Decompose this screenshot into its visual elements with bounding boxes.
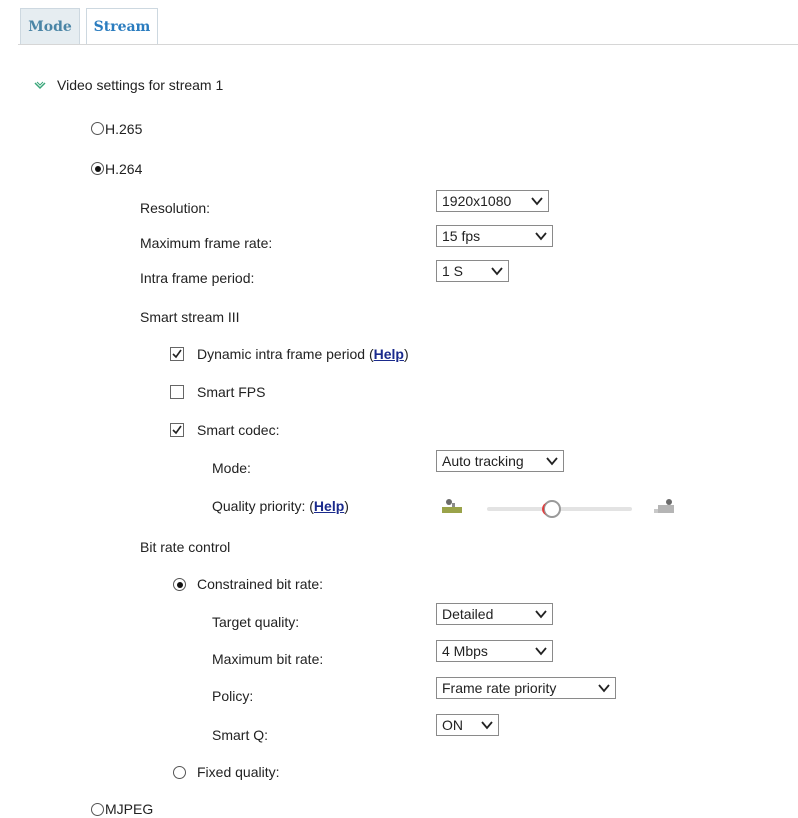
dynamic-intra-help-link[interactable]: Help	[374, 346, 404, 362]
smart-stream-title: Smart stream III	[140, 309, 240, 325]
max-frame-rate-label: Maximum frame rate:	[140, 235, 273, 251]
chevron-down-icon	[598, 684, 610, 693]
mode-select[interactable]: Auto tracking	[436, 450, 564, 472]
tab-bar: Mode Stream	[0, 0, 798, 46]
smart-fps-checkbox[interactable]	[170, 385, 184, 399]
max-frame-rate-select[interactable]: 15 fps	[436, 225, 553, 247]
dynamic-intra-checkbox[interactable]	[170, 347, 184, 361]
intra-frame-period-label: Intra frame period:	[140, 270, 255, 286]
chevron-down-icon	[535, 232, 547, 241]
tab-stream[interactable]: Stream	[86, 8, 158, 45]
constrained-bit-rate-label: Constrained bit rate:	[197, 576, 324, 592]
radio-constrained-bit-rate[interactable]	[173, 578, 186, 591]
bit-rate-control-title: Bit rate control	[140, 539, 231, 555]
fixed-quality-label: Fixed quality:	[197, 764, 280, 780]
smart-codec-label: Smart codec:	[197, 422, 280, 438]
radio-h265[interactable]	[91, 122, 104, 135]
resolution-label: Resolution:	[140, 200, 211, 216]
high-quality-icon	[652, 495, 678, 520]
chevron-down-icon	[481, 721, 493, 730]
tab-divider	[18, 44, 798, 45]
policy-label: Policy:	[212, 688, 254, 704]
chevron-down-icon	[535, 647, 547, 656]
expand-chevron-icon[interactable]	[34, 78, 46, 94]
target-quality-label: Target quality:	[212, 614, 300, 630]
tab-mode[interactable]: Mode	[20, 8, 80, 44]
checkmark-icon	[172, 425, 182, 435]
radio-mjpeg[interactable]	[91, 803, 104, 816]
mode-label: Mode:	[212, 460, 251, 476]
chevron-down-icon	[491, 267, 503, 276]
chevron-down-icon	[531, 197, 543, 206]
checkmark-icon	[172, 349, 182, 359]
dynamic-intra-label: Dynamic intra frame period (Help)	[197, 346, 409, 362]
smart-fps-label: Smart FPS	[197, 384, 266, 400]
chevron-down-icon	[535, 610, 547, 619]
quality-priority-slider-thumb[interactable]	[542, 500, 562, 518]
intra-frame-period-select[interactable]: 1 S	[436, 260, 509, 282]
section-title: Video settings for stream 1	[57, 77, 224, 93]
low-quality-icon	[440, 495, 466, 520]
radio-h265-label: H.265	[105, 121, 143, 137]
target-quality-select[interactable]: Detailed	[436, 603, 553, 625]
radio-fixed-quality[interactable]	[173, 766, 186, 779]
radio-h264-label: H.264	[105, 161, 143, 177]
radio-mjpeg-label: MJPEG	[105, 801, 154, 817]
max-bit-rate-label: Maximum bit rate:	[212, 651, 324, 667]
radio-h264[interactable]	[91, 162, 104, 175]
policy-select[interactable]: Frame rate priority	[436, 677, 616, 699]
smart-q-label: Smart Q:	[212, 727, 269, 743]
chevron-down-icon	[546, 457, 558, 466]
smart-q-select[interactable]: ON	[436, 714, 499, 736]
resolution-select[interactable]: 1920x1080	[436, 190, 549, 212]
quality-priority-help-link[interactable]: Help	[314, 498, 344, 514]
max-bit-rate-select[interactable]: 4 Mbps	[436, 640, 553, 662]
quality-priority-label: Quality priority: (Help)	[212, 498, 349, 514]
smart-codec-checkbox[interactable]	[170, 423, 184, 437]
